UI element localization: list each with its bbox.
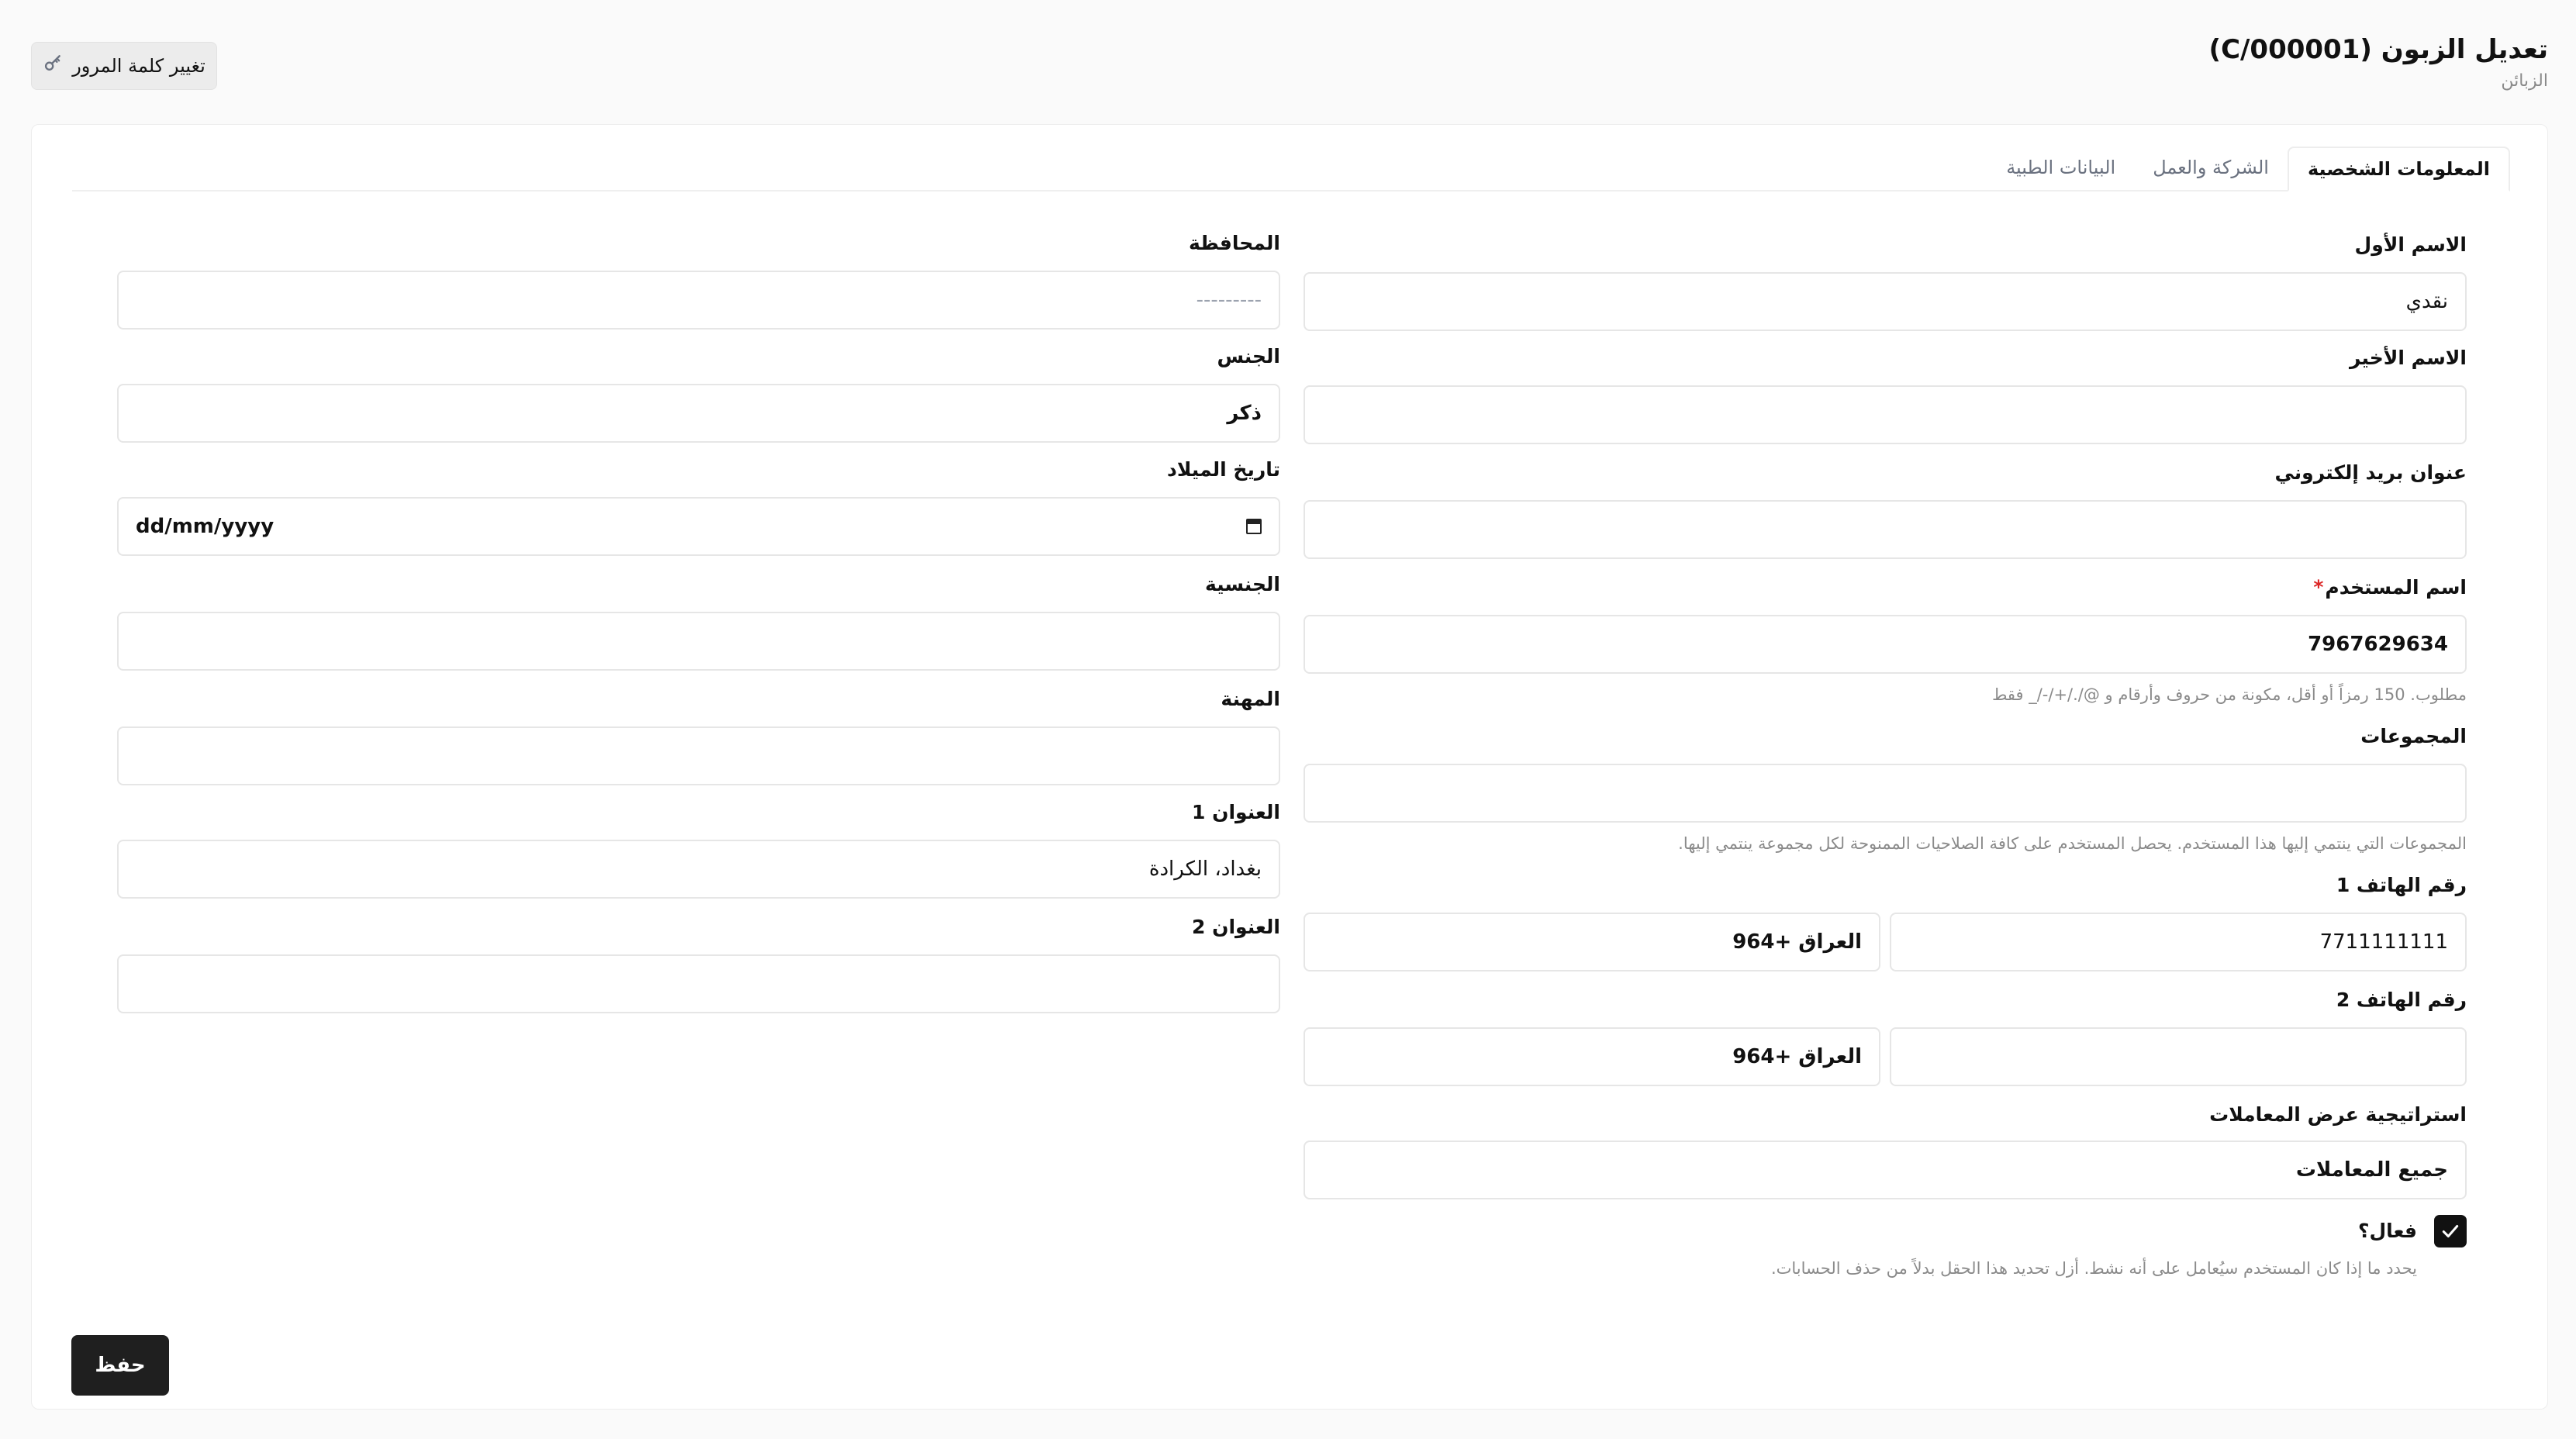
last-name-label: الاسم الأخير bbox=[2349, 347, 2467, 369]
breadcrumb[interactable]: الزبائن bbox=[2501, 70, 2548, 93]
groups-help: المجموعات التي ينتمي إليها هذا المستخدم.… bbox=[1678, 834, 2467, 853]
calendar-icon[interactable] bbox=[1246, 519, 1262, 534]
birth-date-label: تاريخ الميلاد bbox=[1166, 458, 1280, 481]
key-icon bbox=[43, 53, 63, 78]
is-active-help: يحدد ما إذا كان المستخدم سيُعامل على أنه… bbox=[1770, 1259, 2417, 1278]
first-name-input[interactable]: نقدي bbox=[1304, 272, 2467, 331]
address2-input[interactable] bbox=[117, 954, 1280, 1013]
email-input[interactable] bbox=[1304, 500, 2467, 559]
change-password-label: تغيير كلمة المرور bbox=[72, 55, 205, 77]
birth-date-input[interactable]: dd/mm/yyyy bbox=[117, 497, 1280, 556]
tab-bar: المعلومات الشخصية الشركة والعمل البيانات… bbox=[72, 136, 2510, 192]
phone1-label: رقم الهاتف 1 bbox=[2336, 874, 2467, 896]
gender-label: الجنس bbox=[1217, 345, 1280, 368]
customer-edit-page: تعديل الزبون (C/000001) الزبائن تغيير كل… bbox=[0, 0, 2576, 1439]
governorate-select[interactable]: --------- bbox=[117, 271, 1280, 330]
last-name-input[interactable] bbox=[1304, 385, 2467, 444]
nationality-input[interactable] bbox=[117, 612, 1280, 671]
form-card: المعلومات الشخصية الشركة والعمل البيانات… bbox=[31, 124, 2548, 1410]
tab-medical-data[interactable]: البيانات الطبية bbox=[1987, 145, 2134, 190]
groups-label: المجموعات bbox=[2360, 725, 2467, 747]
phone1-number-input[interactable]: 7711111111 bbox=[1890, 913, 2467, 971]
birth-date-placeholder: dd/mm/yyyy bbox=[136, 515, 275, 538]
profession-input[interactable] bbox=[117, 726, 1280, 785]
phone2-number-input[interactable] bbox=[1890, 1027, 2467, 1086]
tab-personal-info[interactable]: المعلومات الشخصية bbox=[2287, 147, 2510, 192]
gender-select[interactable]: ذكر bbox=[117, 384, 1280, 443]
page-title: تعديل الزبون (C/000001) bbox=[2208, 34, 2548, 65]
phone2-country-select[interactable]: العراق +964 bbox=[1304, 1027, 1880, 1086]
address1-label: العنوان 1 bbox=[1192, 801, 1280, 823]
governorate-label: المحافظة bbox=[1188, 232, 1280, 254]
transactions-strategy-label: استراتيجية عرض المعاملات bbox=[2209, 1103, 2467, 1126]
transactions-strategy-select[interactable]: جميع المعاملات bbox=[1304, 1141, 2467, 1199]
username-input[interactable]: 7967629634 bbox=[1304, 615, 2467, 674]
email-label: عنوان بريد إلكتروني bbox=[2274, 461, 2467, 484]
checkmark-icon bbox=[2442, 1224, 2459, 1238]
is-active-checkbox[interactable] bbox=[2434, 1215, 2467, 1247]
phone2-label: رقم الهاتف 2 bbox=[2336, 989, 2467, 1011]
save-button[interactable]: حفظ bbox=[71, 1335, 169, 1396]
profession-label: المهنة bbox=[1221, 688, 1280, 710]
first-name-label: الاسم الأول bbox=[2354, 233, 2467, 256]
tab-company-work[interactable]: الشركة والعمل bbox=[2134, 145, 2288, 190]
address1-input[interactable]: بغداد، الكرادة bbox=[117, 840, 1280, 899]
username-help: مطلوب. 150 رمزاً أو أقل، مكونة من حروف و… bbox=[1991, 685, 2467, 704]
username-label: اسم المستخدم* bbox=[2313, 576, 2467, 599]
required-mark: * bbox=[2313, 576, 2324, 599]
phone1-country-select[interactable]: العراق +964 bbox=[1304, 913, 1880, 971]
groups-input[interactable] bbox=[1304, 764, 2467, 823]
change-password-button[interactable]: تغيير كلمة المرور bbox=[31, 42, 217, 90]
nationality-label: الجنسية bbox=[1205, 573, 1280, 595]
is-active-label: فعال؟ bbox=[2357, 1220, 2417, 1242]
address2-label: العنوان 2 bbox=[1192, 916, 1280, 938]
